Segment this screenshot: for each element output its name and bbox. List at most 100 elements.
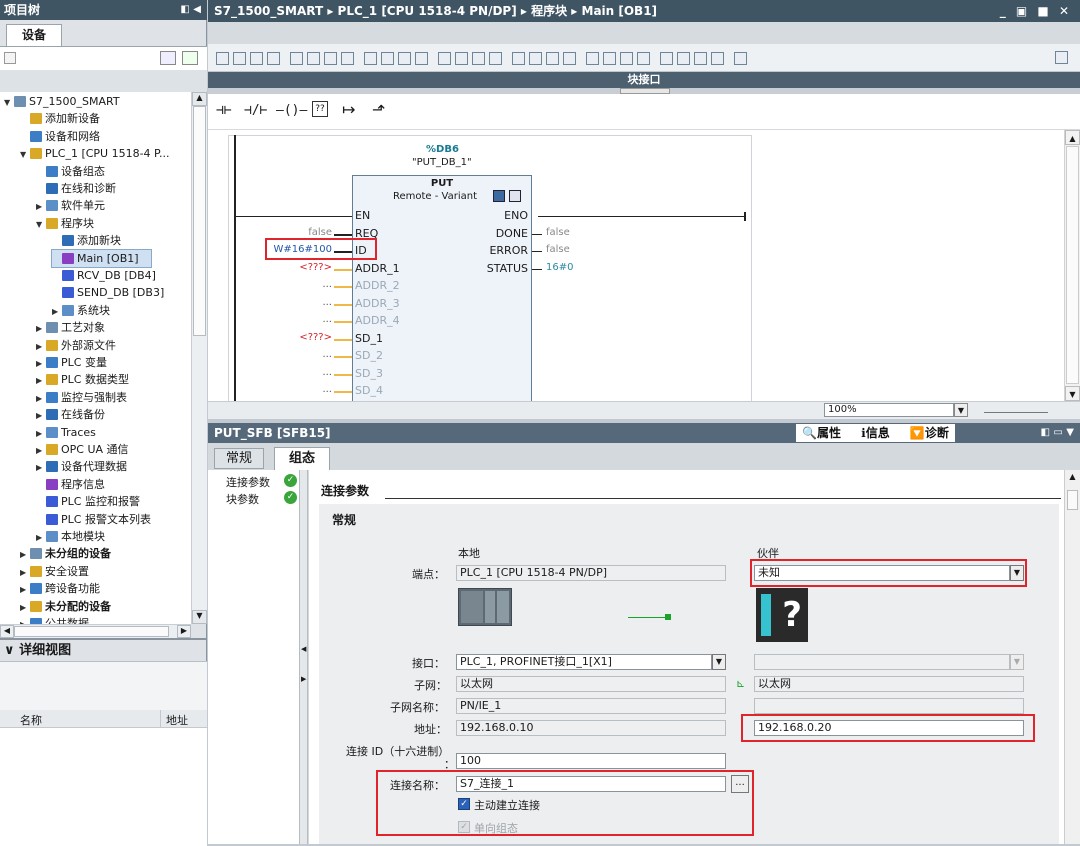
tree-item[interactable]: ▶ 外部源文件 [36,337,116,354]
block-diagnostic-icon[interactable] [509,190,521,202]
tree-item[interactable]: PLC 监控和报警 [36,493,140,510]
tree-item[interactable]: ▶ 跨设备功能 [20,580,100,597]
tree-item[interactable]: 添加新块 [52,232,121,249]
local-interface-dropdown-icon[interactable]: ▼ [712,654,726,670]
toolbar-options-icon[interactable] [1055,51,1068,64]
monitor-icon[interactable] [489,51,502,65]
tree-item[interactable]: ▶ OPC UA 通信 [36,441,129,458]
diagnostics-tab[interactable]: 🔽诊断 [910,426,949,440]
splitter-arrow[interactable]: ▶ [301,675,306,683]
tree-item[interactable]: ▼ PLC_1 [CPU 1518-4 P... [20,145,169,162]
breadcrumb-program-blocks[interactable]: 程序块 [531,4,567,18]
coil-icon[interactable]: –()– [276,103,307,118]
input-value-sd_3[interactable]: ... [322,367,332,378]
input-value-req[interactable]: false [308,227,332,238]
tree-item[interactable]: ▶ PLC 数据类型 [36,371,129,388]
expand-toggle-icon[interactable]: ▶ [36,320,46,337]
tree-item[interactable]: 添加新设备 [20,110,100,127]
input-value-addr_3[interactable]: ... [322,297,332,308]
absolute-operand-icon[interactable] [290,51,303,65]
tree-item[interactable]: Main [OB1] [51,248,152,268]
step-over-icon[interactable] [620,51,633,65]
step-out-icon[interactable] [603,51,616,65]
tree-item[interactable]: ▶ PLC 变量 [36,354,107,371]
add-device-icon[interactable] [182,51,198,65]
expand-toggle-icon[interactable]: ▶ [36,372,46,389]
show-favorites-icon[interactable] [307,51,320,65]
expand-toggle-icon[interactable]: ▶ [20,564,30,581]
tree-item[interactable]: 在线和诊断 [36,180,116,197]
input-value-addr_1[interactable]: <???> [299,262,332,273]
panel-collapse-icon[interactable]: ◧ ◀ [180,0,201,20]
local-interface-select[interactable]: PLC_1, PROFINET接口_1[X1] [456,654,712,670]
goto-first-icon[interactable] [324,51,337,65]
tree-item[interactable]: ▶ 公共数据 [20,615,89,624]
goto-last-icon[interactable] [341,51,354,65]
output-value-error[interactable]: false [546,244,570,255]
column-address[interactable]: 地址 [166,712,188,728]
open-branch-icon[interactable]: ↦ [342,100,355,119]
tree-item[interactable]: ▶ 本地模块 [36,528,105,545]
output-value-status[interactable]: 16#0 [546,262,573,273]
tree-item[interactable]: RCV_DB [DB4] [52,267,156,284]
inspector-window-controls[interactable]: ◧ ▭ ▼ [1040,423,1074,443]
empty-box-icon[interactable]: ?? [312,101,328,117]
block-interface-bar[interactable]: 块接口 [208,72,1080,88]
list-view-icon[interactable] [160,51,176,65]
tree-item[interactable]: 程序信息 [36,476,105,493]
tree-item[interactable]: ▶ 设备代理数据 [36,458,127,475]
breadcrumb-project[interactable]: S7_1500_SMART [214,4,323,18]
block-param-icon[interactable] [455,51,468,65]
expand-all-icon[interactable] [364,51,377,65]
reset-icon[interactable] [472,51,485,65]
stop-cursor-icon[interactable] [637,51,650,65]
inspector-vscrollbar[interactable]: ▲ [1064,470,1080,844]
close-branch-icon[interactable]: ⬏ [372,100,385,119]
expand-toggle-icon[interactable]: ▶ [36,355,46,372]
input-value-sd_1[interactable]: <???> [299,332,332,343]
expand-toggle-icon[interactable]: ▶ [36,442,46,459]
tree-item[interactable]: ▶ 工艺对象 [36,319,105,336]
input-value-addr_2[interactable]: ... [322,279,332,290]
pause-icon[interactable] [677,51,690,65]
watch-icon[interactable] [694,51,707,65]
disable-bp-icon[interactable] [563,51,576,65]
tree-item[interactable]: ▼ 程序块 [36,215,94,232]
expand-toggle-icon[interactable]: ▼ [36,216,46,233]
collapse-all-icon[interactable] [381,51,394,65]
side-item-block-params[interactable]: 块参数 [226,491,259,507]
zoom-select[interactable]: 100% [824,403,954,417]
block-config-icon[interactable] [493,190,505,202]
tree-hscrollbar[interactable]: ◀ ▶ [0,624,191,638]
expand-toggle-icon[interactable]: ▶ [20,546,30,563]
expand-toggle-icon[interactable]: ▶ [20,599,30,616]
delete-network-icon[interactable] [233,51,246,65]
tree-item[interactable]: SEND_DB [DB3] [52,284,164,301]
info-tab[interactable]: ℹ信息 [861,426,890,440]
add-row-icon[interactable] [267,51,280,65]
splitter-arrow[interactable]: ◀ [301,645,306,653]
db-name[interactable]: "PUT_DB_1" [412,157,472,168]
tree-item[interactable]: ▶ 未分组的设备 [20,545,111,562]
call-env-icon[interactable] [512,51,525,65]
contact-no-icon[interactable]: ⊣⊢ [216,103,232,118]
input-value-addr_4[interactable]: ... [322,314,332,325]
insert-row-icon[interactable] [250,51,263,65]
expand-toggle-icon[interactable]: ▶ [36,425,46,442]
window-controls[interactable]: _ ▣ ■ ✕ [1000,0,1072,22]
properties-tab[interactable]: 🔍属性 [802,426,841,440]
tree-item[interactable]: ▶ 未分配的设备 [20,598,111,615]
tree-item[interactable]: ▼ S7_1500_SMART [4,93,120,110]
zoom-slider[interactable] [984,407,1048,413]
expand-toggle-icon[interactable]: ▶ [36,529,46,546]
tree-item[interactable]: PLC 报警文本列表 [36,511,151,528]
contact-nc-icon[interactable]: ⊣/⊢ [244,103,267,118]
expand-toggle-icon[interactable]: ▼ [20,146,30,163]
tree-item[interactable]: 设备组态 [36,163,105,180]
ladder-vscrollbar[interactable]: ▲ ▼ [1064,130,1080,401]
toggle-watch-icon[interactable] [438,51,451,65]
column-name[interactable]: 名称 [20,712,42,728]
run-icon[interactable] [660,51,673,65]
settings-icon[interactable] [734,51,747,65]
breadcrumb-main[interactable]: Main [OB1] [582,4,658,18]
